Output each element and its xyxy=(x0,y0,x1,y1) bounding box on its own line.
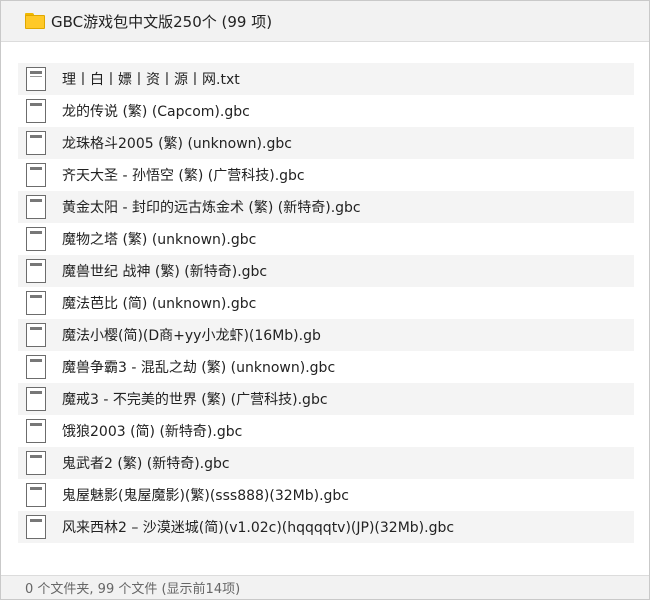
file-name: 黄金太阳 - 封印的远古炼金术 (繁) (新特奇).gbc xyxy=(62,200,361,216)
file-row[interactable]: 风来西林2 – 沙漠迷城(简)(v1.02c)(hqqqqtv)(JP)(32M… xyxy=(18,511,634,543)
file-name: 魔戒3 - 不完美的世界 (繁) (广营科技).gbc xyxy=(62,392,328,408)
file-icon xyxy=(26,515,46,539)
file-icon xyxy=(26,131,46,155)
file-row[interactable]: 饿狼2003 (简) (新特奇).gbc xyxy=(18,415,634,447)
file-row[interactable]: 魔兽争霸3 - 混乱之劫 (繁) (unknown).gbc xyxy=(18,351,634,383)
file-name: 龙的传说 (繁) (Capcom).gbc xyxy=(62,104,250,120)
file-icon xyxy=(26,163,46,187)
file-name: 鬼屋魅影(鬼屋魔影)(繁)(sss888)(32Mb).gbc xyxy=(62,488,349,504)
file-row[interactable]: 鬼武者2 (繁) (新特奇).gbc xyxy=(18,447,634,479)
file-row[interactable]: 龙的传说 (繁) (Capcom).gbc xyxy=(18,95,634,127)
file-name: 鬼武者2 (繁) (新特奇).gbc xyxy=(62,456,230,472)
file-icon xyxy=(26,99,46,123)
file-name: 饿狼2003 (简) (新特奇).gbc xyxy=(62,424,243,440)
file-name: 理丨白丨嫖丨资丨源丨网.txt xyxy=(62,72,240,88)
file-row[interactable]: 黄金太阳 - 封印的远古炼金术 (繁) (新特奇).gbc xyxy=(18,191,634,223)
file-row[interactable]: 鬼屋魅影(鬼屋魔影)(繁)(sss888)(32Mb).gbc xyxy=(18,479,634,511)
file-name: 魔物之塔 (繁) (unknown).gbc xyxy=(62,232,257,248)
file-name: 魔兽世纪 战神 (繁) (新特奇).gbc xyxy=(62,264,268,280)
file-row[interactable]: 魔戒3 - 不完美的世界 (繁) (广营科技).gbc xyxy=(18,383,634,415)
file-name: 魔法小樱(简)(D商+yy小龙虾)(16Mb).gb xyxy=(62,328,321,344)
status-text: 0 个文件夹, 99 个文件 (显示前14项) xyxy=(25,582,241,597)
file-row[interactable]: 魔物之塔 (繁) (unknown).gbc xyxy=(18,223,634,255)
file-row[interactable]: 魔兽世纪 战神 (繁) (新特奇).gbc xyxy=(18,255,634,287)
file-browser-window: GBC游戏包中文版250个 (99 项) 理丨白丨嫖丨资丨源丨网.txt 龙的传说… xyxy=(0,0,650,600)
file-icon xyxy=(26,483,46,507)
file-icon xyxy=(26,291,46,315)
file-icon xyxy=(26,451,46,475)
file-icon xyxy=(26,227,46,251)
status-bar: 0 个文件夹, 99 个文件 (显示前14项) xyxy=(1,575,649,599)
file-icon xyxy=(26,323,46,347)
file-icon xyxy=(26,259,46,283)
window-title: GBC游戏包中文版250个 (99 项) xyxy=(51,12,273,31)
file-row[interactable]: 齐天大圣 - 孙悟空 (繁) (广营科技).gbc xyxy=(18,159,634,191)
file-icon xyxy=(26,195,46,219)
file-list: 理丨白丨嫖丨资丨源丨网.txt 龙的传说 (繁) (Capcom).gbc 龙珠格斗… xyxy=(18,63,634,543)
file-name: 风来西林2 – 沙漠迷城(简)(v1.02c)(hqqqqtv)(JP)(32M… xyxy=(62,520,455,536)
file-name: 齐天大圣 - 孙悟空 (繁) (广营科技).gbc xyxy=(62,168,305,184)
title-bar: GBC游戏包中文版250个 (99 项) xyxy=(1,1,649,42)
file-row[interactable]: 魔法芭比 (简) (unknown).gbc xyxy=(18,287,634,319)
text-file-icon xyxy=(26,67,46,91)
folder-icon xyxy=(25,13,45,29)
file-row[interactable]: 龙珠格斗2005 (繁) (unknown).gbc xyxy=(18,127,634,159)
file-icon xyxy=(26,355,46,379)
file-icon xyxy=(26,387,46,411)
file-name: 龙珠格斗2005 (繁) (unknown).gbc xyxy=(62,136,292,152)
file-icon xyxy=(26,419,46,443)
file-name: 魔法芭比 (简) (unknown).gbc xyxy=(62,296,257,312)
file-name: 魔兽争霸3 - 混乱之劫 (繁) (unknown).gbc xyxy=(62,360,336,376)
file-row[interactable]: 理丨白丨嫖丨资丨源丨网.txt xyxy=(18,63,634,95)
file-row[interactable]: 魔法小樱(简)(D商+yy小龙虾)(16Mb).gb xyxy=(18,319,634,351)
